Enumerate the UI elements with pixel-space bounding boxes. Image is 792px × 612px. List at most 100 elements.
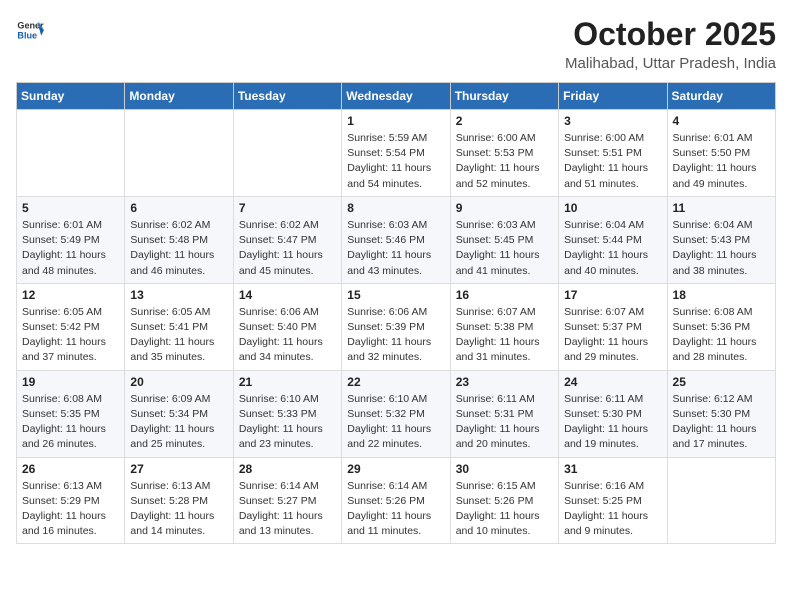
logo-icon: General Blue <box>16 16 44 44</box>
calendar-cell: 3 Sunrise: 6:00 AMSunset: 5:51 PMDaylight… <box>559 110 667 197</box>
day-number: 21 <box>239 375 336 389</box>
calendar-table: SundayMondayTuesdayWednesdayThursdayFrid… <box>16 82 776 544</box>
calendar-cell: 25 Sunrise: 6:12 AMSunset: 5:30 PMDayligh… <box>667 370 775 457</box>
day-number: 29 <box>347 462 444 476</box>
calendar-week-row: 19 Sunrise: 6:08 AMSunset: 5:35 PMDayligh… <box>17 370 776 457</box>
day-info: Sunrise: 6:13 AMSunset: 5:28 PMDaylight:… <box>130 479 227 540</box>
calendar-cell: 23Sunrise: 6:11 AMSunset: 5:31 PMDayligh… <box>450 370 558 457</box>
calendar-cell: 7 Sunrise: 6:02 AMSunset: 5:47 PMDaylight… <box>233 196 341 283</box>
day-info: Sunrise: 6:09 AMSunset: 5:34 PMDaylight:… <box>130 392 227 453</box>
calendar-cell: 2Sunrise: 6:00 AMSunset: 5:53 PMDaylight… <box>450 110 558 197</box>
day-number: 26 <box>22 462 119 476</box>
day-info: Sunrise: 6:11 AMSunset: 5:31 PMDaylight:… <box>456 392 553 453</box>
day-info: Sunrise: 6:15 AMSunset: 5:26 PMDaylight:… <box>456 479 553 540</box>
calendar-cell: 22 Sunrise: 6:10 AMSunset: 5:32 PMDayligh… <box>342 370 450 457</box>
calendar-cell: 29 Sunrise: 6:14 AMSunset: 5:26 PMDayligh… <box>342 457 450 544</box>
weekday-header-sunday: Sunday <box>17 83 125 110</box>
calendar-cell: 26 Sunrise: 6:13 AMSunset: 5:29 PMDayligh… <box>17 457 125 544</box>
weekday-header-wednesday: Wednesday <box>342 83 450 110</box>
weekday-header-saturday: Saturday <box>667 83 775 110</box>
calendar-cell: 21 Sunrise: 6:10 AMSunset: 5:33 PMDayligh… <box>233 370 341 457</box>
calendar-cell: 24 Sunrise: 6:11 AMSunset: 5:30 PMDayligh… <box>559 370 667 457</box>
day-number: 4 <box>673 114 770 128</box>
day-info: Sunrise: 6:11 AMSunset: 5:30 PMDaylight:… <box>564 392 661 453</box>
calendar-cell: 27Sunrise: 6:13 AMSunset: 5:28 PMDayligh… <box>125 457 233 544</box>
calendar-cell: 28Sunrise: 6:14 AMSunset: 5:27 PMDayligh… <box>233 457 341 544</box>
day-number: 22 <box>347 375 444 389</box>
calendar-cell: 15 Sunrise: 6:06 AMSunset: 5:39 PMDayligh… <box>342 283 450 370</box>
calendar-cell: 8Sunrise: 6:03 AMSunset: 5:46 PMDaylight… <box>342 196 450 283</box>
calendar-cell: 20Sunrise: 6:09 AMSunset: 5:34 PMDayligh… <box>125 370 233 457</box>
day-number: 14 <box>239 288 336 302</box>
calendar-cell: 5 Sunrise: 6:01 AMSunset: 5:49 PMDaylight… <box>17 196 125 283</box>
logo: General Blue <box>16 16 44 44</box>
weekday-header-friday: Friday <box>559 83 667 110</box>
svg-text:Blue: Blue <box>17 30 37 40</box>
calendar-cell: 16 Sunrise: 6:07 AMSunset: 5:38 PMDayligh… <box>450 283 558 370</box>
day-number: 30 <box>456 462 553 476</box>
day-info: Sunrise: 6:10 AMSunset: 5:32 PMDaylight:… <box>347 392 444 453</box>
day-number: 19 <box>22 375 119 389</box>
day-info: Sunrise: 6:08 AMSunset: 5:35 PMDaylight:… <box>22 392 119 453</box>
day-info: Sunrise: 6:05 AMSunset: 5:42 PMDaylight:… <box>22 305 119 366</box>
day-number: 12 <box>22 288 119 302</box>
calendar-cell: 19 Sunrise: 6:08 AMSunset: 5:35 PMDayligh… <box>17 370 125 457</box>
day-info: Sunrise: 6:04 AMSunset: 5:44 PMDaylight:… <box>564 218 661 279</box>
day-info: Sunrise: 6:00 AMSunset: 5:51 PMDaylight:… <box>564 131 661 192</box>
day-number: 28 <box>239 462 336 476</box>
day-number: 5 <box>22 201 119 215</box>
day-info: Sunrise: 6:08 AMSunset: 5:36 PMDaylight:… <box>673 305 770 366</box>
weekday-header-tuesday: Tuesday <box>233 83 341 110</box>
day-info: Sunrise: 6:02 AMSunset: 5:48 PMDaylight:… <box>130 218 227 279</box>
day-number: 7 <box>239 201 336 215</box>
day-info: Sunrise: 6:01 AMSunset: 5:49 PMDaylight:… <box>22 218 119 279</box>
day-info: Sunrise: 6:06 AMSunset: 5:40 PMDaylight:… <box>239 305 336 366</box>
calendar-cell <box>17 110 125 197</box>
calendar-week-row: 26 Sunrise: 6:13 AMSunset: 5:29 PMDayligh… <box>17 457 776 544</box>
calendar-week-row: 1 Sunrise: 5:59 AMSunset: 5:54 PMDaylight… <box>17 110 776 197</box>
day-number: 25 <box>673 375 770 389</box>
weekday-header-thursday: Thursday <box>450 83 558 110</box>
calendar-cell: 18 Sunrise: 6:08 AMSunset: 5:36 PMDayligh… <box>667 283 775 370</box>
day-info: Sunrise: 6:10 AMSunset: 5:33 PMDaylight:… <box>239 392 336 453</box>
day-info: Sunrise: 6:07 AMSunset: 5:37 PMDaylight:… <box>564 305 661 366</box>
day-info: Sunrise: 5:59 AMSunset: 5:54 PMDaylight:… <box>347 131 444 192</box>
title-area: October 2025 Malihabad, Uttar Pradesh, I… <box>565 16 776 72</box>
day-number: 18 <box>673 288 770 302</box>
calendar-cell <box>233 110 341 197</box>
day-number: 3 <box>564 114 661 128</box>
day-number: 15 <box>347 288 444 302</box>
day-number: 16 <box>456 288 553 302</box>
calendar-cell: 11Sunrise: 6:04 AMSunset: 5:43 PMDayligh… <box>667 196 775 283</box>
calendar-cell: 13Sunrise: 6:05 AMSunset: 5:41 PMDayligh… <box>125 283 233 370</box>
calendar-cell: 14 Sunrise: 6:06 AMSunset: 5:40 PMDayligh… <box>233 283 341 370</box>
calendar-cell: 31 Sunrise: 6:16 AMSunset: 5:25 PMDayligh… <box>559 457 667 544</box>
day-info: Sunrise: 6:06 AMSunset: 5:39 PMDaylight:… <box>347 305 444 366</box>
day-info: Sunrise: 6:14 AMSunset: 5:26 PMDaylight:… <box>347 479 444 540</box>
day-number: 1 <box>347 114 444 128</box>
day-number: 17 <box>564 288 661 302</box>
day-info: Sunrise: 6:13 AMSunset: 5:29 PMDaylight:… <box>22 479 119 540</box>
calendar-cell: 17 Sunrise: 6:07 AMSunset: 5:37 PMDayligh… <box>559 283 667 370</box>
calendar-week-row: 5 Sunrise: 6:01 AMSunset: 5:49 PMDaylight… <box>17 196 776 283</box>
calendar-cell <box>667 457 775 544</box>
day-info: Sunrise: 6:16 AMSunset: 5:25 PMDaylight:… <box>564 479 661 540</box>
day-number: 9 <box>456 201 553 215</box>
location-title: Malihabad, Uttar Pradesh, India <box>565 55 776 72</box>
day-number: 24 <box>564 375 661 389</box>
day-info: Sunrise: 6:02 AMSunset: 5:47 PMDaylight:… <box>239 218 336 279</box>
day-info: Sunrise: 6:07 AMSunset: 5:38 PMDaylight:… <box>456 305 553 366</box>
day-number: 6 <box>130 201 227 215</box>
page-header: General Blue October 2025 Malihabad, Utt… <box>16 16 776 72</box>
day-info: Sunrise: 6:00 AMSunset: 5:53 PMDaylight:… <box>456 131 553 192</box>
day-info: Sunrise: 6:04 AMSunset: 5:43 PMDaylight:… <box>673 218 770 279</box>
calendar-cell: 12 Sunrise: 6:05 AMSunset: 5:42 PMDayligh… <box>17 283 125 370</box>
day-number: 31 <box>564 462 661 476</box>
weekday-header-monday: Monday <box>125 83 233 110</box>
weekday-header-row: SundayMondayTuesdayWednesdayThursdayFrid… <box>17 83 776 110</box>
calendar-cell: 9Sunrise: 6:03 AMSunset: 5:45 PMDaylight… <box>450 196 558 283</box>
day-info: Sunrise: 6:01 AMSunset: 5:50 PMDaylight:… <box>673 131 770 192</box>
day-info: Sunrise: 6:03 AMSunset: 5:46 PMDaylight:… <box>347 218 444 279</box>
day-info: Sunrise: 6:12 AMSunset: 5:30 PMDaylight:… <box>673 392 770 453</box>
day-number: 10 <box>564 201 661 215</box>
